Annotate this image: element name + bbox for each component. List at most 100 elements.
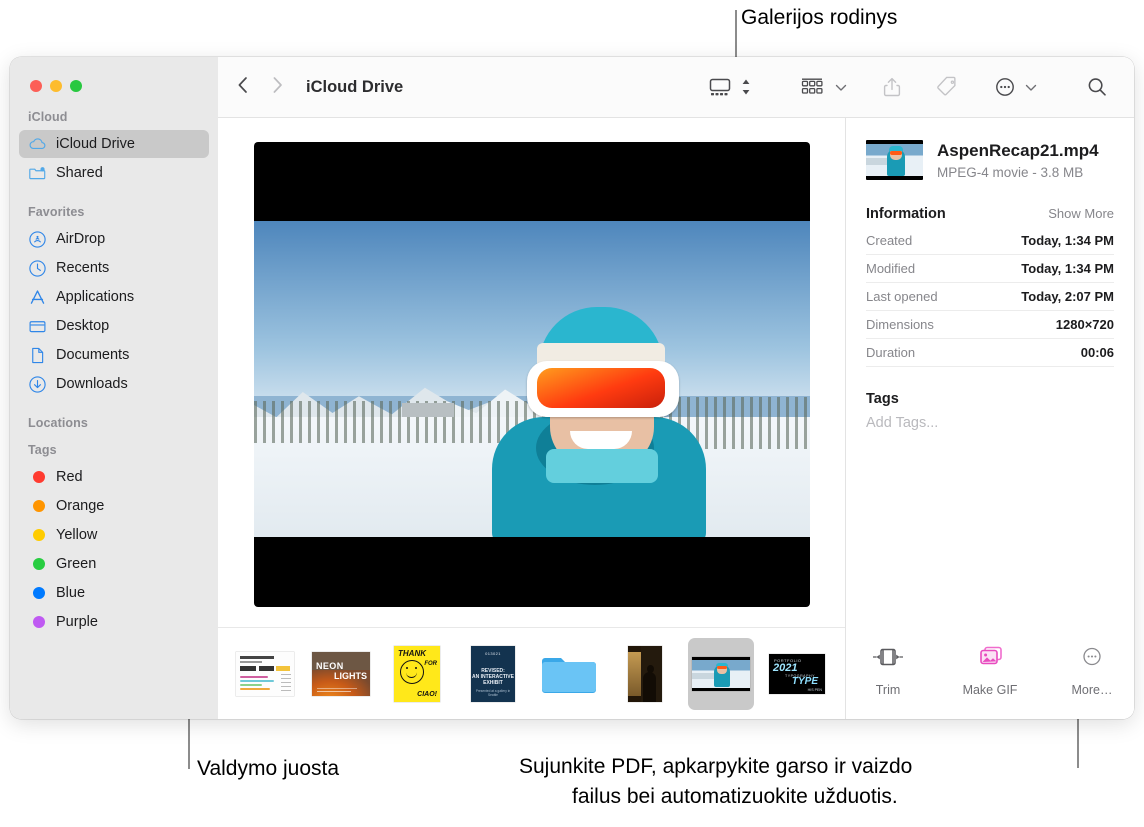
sidebar-section-favorites: Favorites	[10, 205, 218, 224]
zoom-button[interactable]	[70, 80, 82, 92]
search-button[interactable]	[1082, 72, 1112, 102]
sidebar-item-label: Recents	[56, 260, 109, 276]
action-label: Trim	[876, 683, 901, 697]
sidebar-item-recents[interactable]: Recents	[19, 254, 209, 282]
downloads-icon	[28, 375, 47, 394]
sidebar-item-shared[interactable]: Shared	[19, 159, 209, 187]
more-actions-button[interactable]	[990, 72, 1020, 102]
applications-icon	[28, 288, 47, 307]
body-row: NEON LIGHTS THANK	[218, 118, 1134, 719]
skier-subject	[484, 299, 714, 537]
list-item[interactable]	[840, 638, 845, 710]
tag-dot-icon	[28, 555, 47, 574]
tag-dot-icon	[28, 497, 47, 516]
sidebar-item-tag-yellow[interactable]: Yellow	[19, 521, 209, 549]
group-by-button[interactable]	[796, 72, 830, 102]
info-value: 1280×720	[1056, 317, 1114, 332]
information-section-header: Information Show More	[866, 206, 1114, 222]
table-row: Duration 00:06	[866, 339, 1114, 367]
sidebar-item-label: Yellow	[56, 527, 97, 543]
information-title: Information	[866, 206, 946, 222]
info-key: Modified	[866, 261, 915, 276]
more-action-button[interactable]: More…	[1057, 645, 1127, 697]
filmstrip[interactable]: NEON LIGHTS THANK	[218, 627, 845, 719]
add-tag-button[interactable]	[932, 72, 964, 102]
sidebar-item-label: Green	[56, 556, 96, 572]
sidebar-item-tag-red[interactable]: Red	[19, 463, 209, 491]
sidebar-item-desktop[interactable]: Desktop	[19, 312, 209, 340]
group-by-chevron-down-icon[interactable]	[830, 72, 852, 102]
inspector-content: AspenRecap21.mp4 MPEG-4 movie - 3.8 MB I…	[846, 118, 1134, 627]
table-row: Last opened Today, 2:07 PM	[866, 283, 1114, 311]
sidebar-item-label: AirDrop	[56, 231, 105, 247]
list-item[interactable]: 013021 REVISED:AN INTERACTIVEEXHIBIT Pre…	[460, 638, 526, 710]
folder-thumbnail	[540, 651, 598, 697]
sidebar-item-applications[interactable]: Applications	[19, 283, 209, 311]
desktop-icon	[28, 317, 47, 336]
info-key: Duration	[866, 345, 915, 360]
table-row: Created Today, 1:34 PM	[866, 227, 1114, 255]
sidebar-item-label: Desktop	[56, 318, 109, 334]
more-actions-chevron-down-icon[interactable]	[1020, 72, 1042, 102]
trim-action-button[interactable]: Trim	[853, 645, 923, 697]
tag-dot-icon	[28, 613, 47, 632]
window-traffic-lights	[10, 57, 218, 92]
list-item[interactable]: THANK FOR CIAO!	[384, 638, 450, 710]
inspector-panel: AspenRecap21.mp4 MPEG-4 movie - 3.8 MB I…	[846, 118, 1134, 719]
sidebar-item-documents[interactable]: Documents	[19, 341, 209, 369]
tag-dot-icon	[28, 526, 47, 545]
preview-area	[218, 118, 845, 627]
forward-button[interactable]	[271, 75, 284, 100]
list-item[interactable]	[232, 638, 298, 710]
sidebar-item-label: Downloads	[56, 376, 128, 392]
sidebar-item-tag-orange[interactable]: Orange	[19, 492, 209, 520]
clock-icon	[28, 259, 47, 278]
finder-window: iCloud iCloud Drive Shared Favorites Air	[10, 57, 1134, 719]
close-button[interactable]	[30, 80, 42, 92]
info-value: 00:06	[1081, 345, 1114, 360]
sidebar-item-label: Blue	[56, 585, 85, 601]
screenshot-root: Galerijos rodinys Valdymo juosta Sujunki…	[0, 0, 1144, 827]
sidebar-item-label: Orange	[56, 498, 104, 514]
gallery-preview[interactable]	[254, 142, 810, 607]
sidebar-item-tag-green[interactable]: Green	[19, 550, 209, 578]
list-item[interactable]	[688, 638, 754, 710]
list-item[interactable]	[612, 638, 678, 710]
file-name: AspenRecap21.mp4	[937, 140, 1099, 162]
sidebar-item-downloads[interactable]: Downloads	[19, 370, 209, 398]
neon-lights-poster-thumbnail: NEON LIGHTS	[312, 652, 370, 696]
gallery-view-button[interactable]	[704, 72, 736, 102]
action-label: Make GIF	[963, 683, 1018, 697]
sidebar-item-label: Applications	[56, 289, 134, 305]
minimize-button[interactable]	[50, 80, 62, 92]
info-key: Dimensions	[866, 317, 934, 332]
view-options-stepper[interactable]	[736, 72, 756, 102]
exhibit-poster-thumbnail: 013021 REVISED:AN INTERACTIVEEXHIBIT Pre…	[471, 646, 515, 702]
callout-quick-actions-line2: failus bei automatizuokite užduotis.	[572, 783, 898, 811]
list-item[interactable]	[536, 638, 602, 710]
file-preview-thumbnail	[866, 140, 923, 180]
quick-actions-bar: Trim Make GIF	[846, 627, 1134, 719]
list-item[interactable]: NEON LIGHTS	[308, 638, 374, 710]
sidebar-item-icloud-drive[interactable]: iCloud Drive	[19, 130, 209, 158]
add-tags-input[interactable]: Add Tags...	[866, 415, 1114, 431]
back-button[interactable]	[236, 75, 249, 100]
sidebar-item-tag-blue[interactable]: Blue	[19, 579, 209, 607]
make-gif-action-button[interactable]: Make GIF	[955, 645, 1025, 697]
sidebar-item-label: Documents	[56, 347, 129, 363]
list-item[interactable]: PORTFOLIO 2021 TYPOGRAPHY TYPE HIS PEN	[764, 638, 830, 710]
thank-you-poster-thumbnail: THANK FOR CIAO!	[394, 646, 440, 702]
callout-quick-actions-line1: Sujunkite PDF, apkarpykite garso ir vaiz…	[519, 753, 912, 781]
sidebar-section-icloud: iCloud	[10, 110, 218, 129]
show-more-button[interactable]: Show More	[1048, 206, 1114, 221]
info-value: Today, 1:34 PM	[1021, 261, 1114, 276]
tag-dot-icon	[28, 584, 47, 603]
sidebar-item-label: Shared	[56, 165, 103, 181]
sidebar-item-airdrop[interactable]: AirDrop	[19, 225, 209, 253]
sidebar-item-tag-purple[interactable]: Purple	[19, 608, 209, 636]
make-gif-icon	[973, 645, 1007, 674]
typography-2021-poster-thumbnail: PORTFOLIO 2021 TYPOGRAPHY TYPE HIS PEN	[769, 654, 825, 694]
callout-gallery-view-label: Galerijos rodinys	[741, 4, 897, 32]
breadcrumb-title: iCloud Drive	[306, 78, 403, 97]
share-button[interactable]	[878, 72, 906, 102]
